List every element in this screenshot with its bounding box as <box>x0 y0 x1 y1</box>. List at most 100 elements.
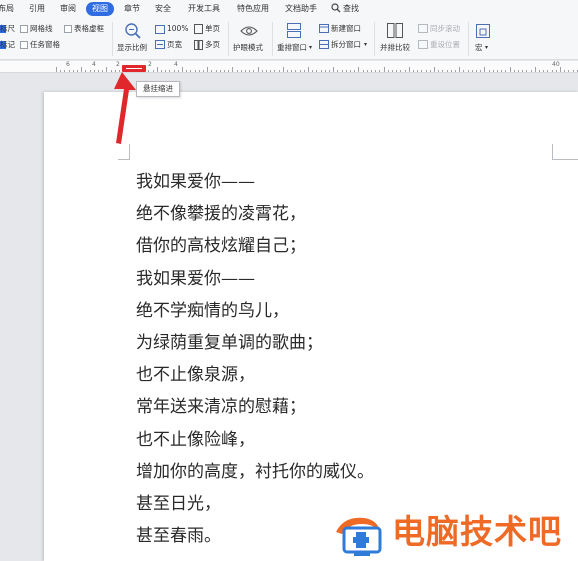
tab-layout[interactable]: 布局 <box>0 2 16 16</box>
macro-chevron-down-icon[interactable]: ▾ <box>485 43 488 53</box>
text-line[interactable]: 借你的高枝炫耀自己； <box>136 230 374 262</box>
ruler-tick <box>237 70 238 72</box>
ruler-tick <box>539 70 540 72</box>
tab-developer-tools[interactable]: 开发工具 <box>186 2 222 16</box>
ruler-tick <box>354 70 355 72</box>
ruler-tick <box>195 70 196 72</box>
ruler-tick <box>321 70 322 72</box>
text-line[interactable]: 绝不像攀援的凌霄花， <box>136 198 374 230</box>
ruler-tick <box>190 70 191 72</box>
ruler-tick <box>312 70 313 72</box>
text-line[interactable]: 我如果爱你—— <box>136 263 374 295</box>
ruler-tick <box>333 67 334 72</box>
ruler-tick <box>468 70 469 72</box>
ruler-tick <box>379 70 380 72</box>
ruler-number: 40 <box>552 61 560 68</box>
watermark-text: 电脑技术吧 <box>392 512 562 551</box>
tab-special-apps[interactable]: 特色应用 <box>235 2 271 16</box>
ruler-tick <box>463 70 464 72</box>
ruler-tick <box>161 70 162 72</box>
ruler-tick <box>346 70 347 72</box>
ruler-tick <box>90 70 91 72</box>
ruler-tick <box>60 70 61 72</box>
side-by-side-icon[interactable] <box>387 23 403 38</box>
mark-label: 标记 <box>0 40 15 49</box>
ruler-tick <box>350 70 351 72</box>
eye-mode-label[interactable]: 护眼模式 <box>233 43 263 53</box>
ruler-tick <box>308 67 309 72</box>
text-line[interactable]: 为绿荫重复单调的歌曲； <box>136 327 374 359</box>
ruler-tick <box>178 70 179 72</box>
text-line[interactable]: 我如果爱你—— <box>136 166 374 198</box>
text-line[interactable]: 也不止像险峰， <box>136 424 374 456</box>
macro-icon[interactable] <box>476 24 490 38</box>
tab-doc-assistant[interactable]: 文档助手 <box>283 2 319 16</box>
split-window-button[interactable]: 拆分窗口 <box>331 40 361 50</box>
text-line[interactable]: 也不止像泉源， <box>136 359 374 391</box>
reset-position-button[interactable]: 重设位置 <box>430 40 460 50</box>
new-window-button[interactable]: 新建窗口 <box>331 24 361 34</box>
tab-view[interactable]: 视图 <box>86 2 114 16</box>
ruler-tick <box>203 70 204 72</box>
ruler-tick <box>228 70 229 72</box>
ruler-tick <box>535 67 536 72</box>
tab-chapter[interactable]: 章节 <box>122 2 142 16</box>
ruler-tick <box>476 70 477 72</box>
document-page[interactable]: 我如果爱你—— 绝不像攀援的凌霄花， 借你的高枝炫耀自己； 我如果爱你—— 绝不… <box>44 92 578 561</box>
taskpane-label: 任务窗格 <box>30 40 60 49</box>
macro-label[interactable]: 宏 <box>475 43 483 53</box>
page-width-button[interactable]: 页宽 <box>167 40 182 50</box>
split-chevron-down-icon[interactable]: ▾ <box>364 40 367 50</box>
gridlines-checkbox[interactable] <box>20 25 28 33</box>
zoom-100-button[interactable]: 100% <box>167 24 188 34</box>
text-line[interactable]: 绝不学痴情的鸟儿， <box>136 295 374 327</box>
page-width-icon <box>155 40 165 49</box>
ruler-tick <box>384 67 385 72</box>
taskpane-checkbox[interactable] <box>20 41 28 49</box>
ruler-tick <box>442 70 443 72</box>
document-body[interactable]: 我如果爱你—— 绝不像攀援的凌霄花， 借你的高枝炫耀自己； 我如果爱你—— 绝不… <box>136 166 374 552</box>
ruler-tick <box>258 67 259 72</box>
tab-references[interactable]: 引用 <box>27 2 47 16</box>
single-page-button[interactable]: 单页 <box>205 24 220 34</box>
margin-corner-top-right <box>552 144 578 160</box>
rearrange-windows-icon[interactable] <box>287 23 301 38</box>
ruler-tick <box>56 67 57 72</box>
rearrange-windows-label[interactable]: 重排窗口 <box>277 43 307 53</box>
sync-scroll-button[interactable]: 同步滚动 <box>430 24 460 34</box>
ruler-tick <box>325 70 326 72</box>
text-line[interactable]: 常年送来清凉的慰藉； <box>136 391 374 423</box>
ruler-tick <box>392 70 393 72</box>
ruler-tick <box>560 67 561 72</box>
ruler-tick <box>501 70 502 72</box>
table-gridlines-checkbox[interactable] <box>64 25 72 33</box>
ruler-tick <box>216 70 217 72</box>
text-line[interactable]: 增加你的高度，衬托你的威仪。 <box>136 456 374 488</box>
side-by-side-label[interactable]: 并排比较 <box>380 43 410 53</box>
ruler-number: 4 <box>174 61 178 68</box>
ruler-tick <box>232 67 233 72</box>
ruler-tick <box>363 70 364 72</box>
tab-review[interactable]: 审阅 <box>58 2 78 16</box>
ruler-tick <box>421 70 422 72</box>
ruler-tick <box>568 70 569 72</box>
ruler-tick <box>480 70 481 72</box>
ruler-tick <box>186 70 187 72</box>
search-icon[interactable] <box>331 3 341 13</box>
ruler-tick <box>98 70 99 72</box>
ruler-label: 标尺 <box>0 24 15 33</box>
zoom-label[interactable]: 显示比例 <box>117 43 147 53</box>
tab-security[interactable]: 安全 <box>153 2 173 16</box>
eye-icon[interactable] <box>240 24 258 38</box>
ruler-tick <box>564 70 565 72</box>
tab-find[interactable]: 查找 <box>341 2 361 16</box>
ruler-tick <box>199 70 200 72</box>
ruler-tick <box>484 67 485 72</box>
zoom-icon[interactable] <box>124 22 142 40</box>
multi-page-button[interactable]: 多页 <box>205 40 220 50</box>
ruler-tick <box>526 70 527 72</box>
ruler-tick <box>342 70 343 72</box>
ruler-tick <box>413 70 414 72</box>
horizontal-ruler[interactable]: 6 4 2 2 4 40 <box>0 61 578 73</box>
rearrange-chevron-down-icon[interactable]: ▾ <box>309 43 312 53</box>
